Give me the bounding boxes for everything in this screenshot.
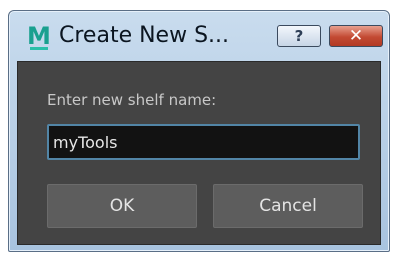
create-new-shelf-dialog: M Create New S... ? ✕ Enter new shelf na… [8,10,390,252]
shelf-name-prompt: Enter new shelf name: [47,91,217,109]
help-icon: ? [294,27,304,45]
help-button[interactable]: ? [277,25,321,47]
cancel-button-label: Cancel [259,196,317,216]
close-icon: ✕ [348,26,364,46]
app-icon-letter: M [27,22,51,50]
title-bar[interactable]: M Create New S... ? ✕ [9,11,389,61]
ok-button[interactable]: OK [47,184,197,228]
window-title: Create New S... [59,23,230,48]
close-button[interactable]: ✕ [329,25,383,47]
shelf-name-input[interactable] [47,124,360,160]
dialog-body: Enter new shelf name: OK Cancel [17,61,381,245]
ok-button-label: OK [109,196,135,216]
maya-app-icon: M [27,22,51,50]
cancel-button[interactable]: Cancel [213,184,363,228]
